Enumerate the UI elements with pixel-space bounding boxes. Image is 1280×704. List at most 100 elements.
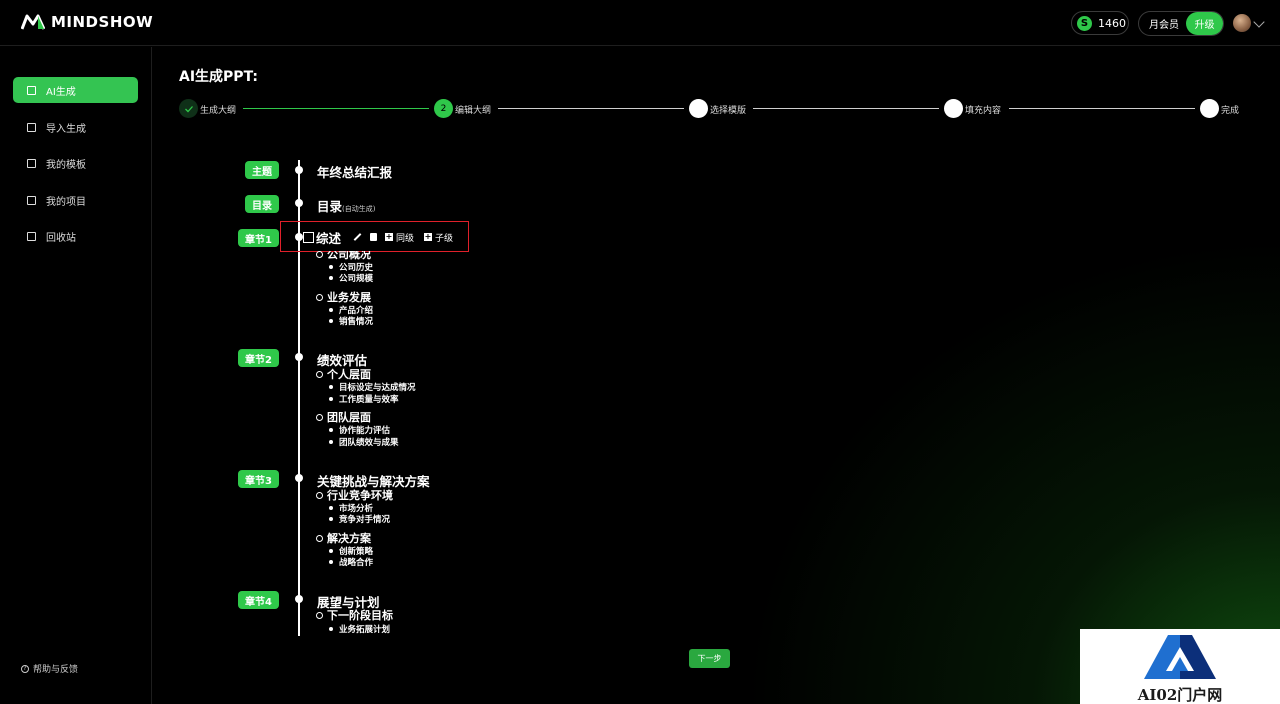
step-3-circle bbox=[689, 99, 708, 118]
bullet-icon bbox=[329, 626, 333, 631]
question-icon: ? bbox=[21, 664, 29, 673]
step-2-label: 编辑大纲 bbox=[455, 106, 492, 116]
list-item[interactable]: 竞争对手情况 bbox=[329, 513, 390, 525]
section-title[interactable]: 下一阶段目标 bbox=[316, 607, 393, 623]
mindshow-logo-icon bbox=[21, 14, 45, 30]
coin-count: 1460 bbox=[1098, 16, 1126, 30]
edit-button[interactable] bbox=[353, 233, 362, 241]
bullet-icon bbox=[329, 517, 333, 521]
timeline-dot bbox=[295, 353, 303, 361]
trash-icon bbox=[27, 231, 36, 241]
step-5-label: 完成 bbox=[1221, 106, 1240, 116]
add-sibling-button[interactable]: + 同级 bbox=[385, 231, 414, 244]
top-header: MINDSHOW S 1460 月会员 升级 bbox=[0, 0, 1280, 46]
section-label: 解决方案 bbox=[327, 532, 371, 545]
item-label: 竞争对手情况 bbox=[339, 515, 391, 525]
avatar[interactable] bbox=[1233, 14, 1251, 32]
item-label: 团队绩效与成果 bbox=[339, 438, 399, 448]
section-ring-icon bbox=[316, 293, 323, 301]
bullet-icon bbox=[329, 319, 333, 323]
brand-name: MINDSHOW bbox=[51, 13, 154, 31]
ai02-logo-icon bbox=[1144, 635, 1216, 679]
step-4-circle bbox=[944, 99, 963, 118]
brand-logo[interactable]: MINDSHOW bbox=[21, 13, 153, 31]
bullet-icon bbox=[329, 549, 333, 553]
section-title[interactable]: 团队层面 bbox=[316, 409, 371, 425]
chapter-1-title[interactable]: 综述 bbox=[316, 228, 341, 247]
step-connector bbox=[753, 108, 939, 109]
step-connector bbox=[498, 108, 684, 109]
section-ring-icon bbox=[316, 251, 323, 258]
section-label: 下一阶段目标 bbox=[327, 609, 393, 622]
drag-handle-icon[interactable] bbox=[303, 231, 314, 243]
section-title[interactable]: 业务发展 bbox=[316, 289, 371, 305]
item-label: 业务拓展计划 bbox=[339, 624, 391, 635]
bullet-icon bbox=[329, 428, 333, 432]
delete-button[interactable] bbox=[370, 233, 378, 241]
chapter-1-tag: 章节1 bbox=[238, 229, 279, 247]
upgrade-button[interactable]: 升级 bbox=[1186, 12, 1223, 35]
list-item[interactable]: 工作质量与效率 bbox=[329, 393, 399, 405]
timeline-dot bbox=[295, 166, 303, 174]
sidebar-item-trash[interactable]: 回收站 bbox=[13, 223, 138, 249]
topic-title[interactable]: 年终总结汇报 bbox=[317, 162, 392, 181]
chapter-3-tag: 章节3 bbox=[238, 470, 279, 488]
list-item[interactable]: 团队绩效与成果 bbox=[329, 436, 399, 448]
sidebar-item-label: 回收站 bbox=[46, 232, 76, 244]
bullet-icon bbox=[329, 506, 333, 510]
section-title[interactable]: 行业竞争环境 bbox=[316, 487, 393, 503]
toc-title[interactable]: 目录(自动生成) bbox=[317, 196, 375, 215]
timeline-dot bbox=[295, 474, 303, 482]
plus-icon: + bbox=[385, 232, 394, 241]
item-label: 公司规模 bbox=[339, 274, 374, 284]
step-5-circle bbox=[1200, 99, 1219, 118]
pencil-icon bbox=[353, 233, 362, 241]
page-title: AI生成PPT: bbox=[179, 69, 258, 85]
list-item[interactable]: 协作能力评估 bbox=[329, 424, 390, 436]
item-label: 工作质量与效率 bbox=[339, 395, 399, 405]
sidebar-item-projects[interactable]: 我的项目 bbox=[13, 187, 138, 213]
bullet-icon bbox=[329, 560, 333, 564]
bullet-icon bbox=[329, 276, 333, 280]
section-title[interactable]: 个人层面 bbox=[316, 366, 371, 382]
coin-icon: S bbox=[1077, 15, 1092, 31]
section-title[interactable]: 解决方案 bbox=[316, 530, 371, 546]
chevron-down-icon[interactable] bbox=[1253, 16, 1265, 28]
list-item[interactable]: 业务拓展计划 bbox=[329, 622, 390, 635]
plus-icon: + bbox=[424, 232, 433, 241]
sidebar-item-templates[interactable]: 我的模板 bbox=[13, 150, 138, 176]
member-label: 月会员 bbox=[1149, 20, 1179, 31]
step-4-label: 填充内容 bbox=[965, 106, 1002, 116]
add-child-button[interactable]: + 子级 bbox=[424, 231, 453, 244]
watermark: AI02门户网 bbox=[1080, 629, 1280, 704]
bullet-icon bbox=[329, 440, 333, 444]
next-step-button[interactable]: 下一步 bbox=[689, 649, 730, 668]
coin-balance[interactable]: S 1460 bbox=[1071, 11, 1129, 35]
list-item[interactable]: 销售情况 bbox=[329, 315, 373, 327]
sidebar-item-label: 我的模板 bbox=[46, 159, 86, 171]
list-item[interactable]: 战略合作 bbox=[329, 556, 373, 568]
help-feedback-link[interactable]: ? 帮助与反馈 bbox=[21, 662, 78, 675]
check-icon bbox=[184, 105, 193, 112]
add-sibling-label: 同级 bbox=[396, 233, 415, 244]
node-toolbar: 综述 + 同级 + 子级 bbox=[303, 228, 453, 247]
section-label: 业务发展 bbox=[327, 291, 371, 304]
toc-label: 目录 bbox=[317, 199, 343, 214]
bullet-icon bbox=[329, 265, 333, 269]
bullet-icon bbox=[329, 308, 333, 312]
template-icon bbox=[27, 158, 36, 168]
list-item[interactable]: 公司规模 bbox=[329, 272, 373, 284]
section-label: 行业竞争环境 bbox=[327, 489, 393, 502]
bullet-icon bbox=[329, 397, 333, 401]
topic-tag: 主题 bbox=[245, 161, 279, 179]
step-1-label: 生成大纲 bbox=[200, 106, 237, 116]
section-ring-icon bbox=[316, 611, 323, 619]
timeline-dot bbox=[295, 595, 303, 603]
list-icon bbox=[27, 195, 36, 205]
list-item[interactable]: 目标设定与达成情况 bbox=[329, 381, 416, 393]
sidebar-item-label: 导入生成 bbox=[46, 123, 86, 135]
section-ring-icon bbox=[316, 413, 323, 421]
sidebar-item-label: 我的项目 bbox=[46, 196, 86, 208]
ai-doc-icon bbox=[27, 85, 36, 95]
section-label: 团队层面 bbox=[327, 411, 371, 424]
